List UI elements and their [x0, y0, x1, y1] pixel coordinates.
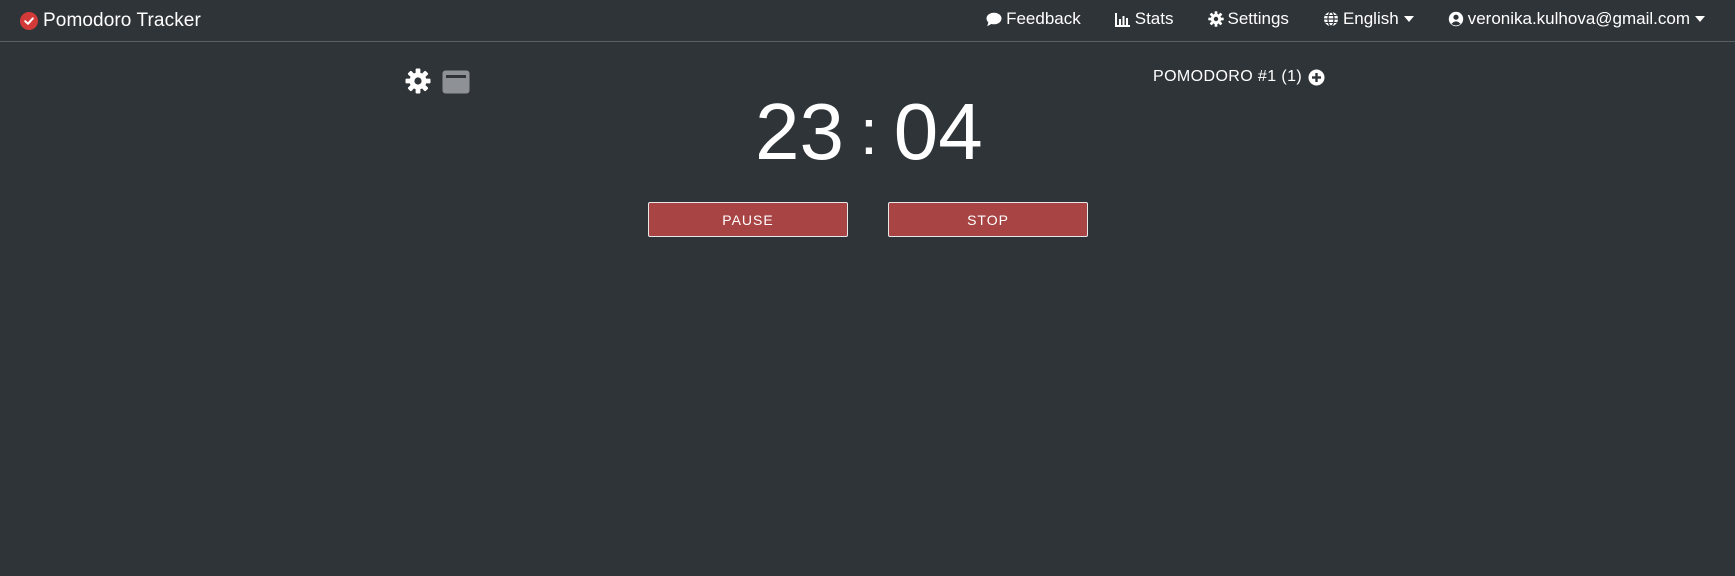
nav-user-dropdown[interactable]: veronika.kulhova@gmail.com: [1448, 9, 1705, 29]
gear-icon: [1207, 11, 1224, 27]
brand-link[interactable]: Pomodoro Tracker: [20, 9, 201, 33]
nav-stats-label: Stats: [1134, 9, 1174, 28]
timer-minutes: 23: [755, 87, 844, 176]
nav-stats[interactable]: Stats: [1114, 9, 1174, 29]
nav-menu: Feedback Stats Settings English veronika…: [986, 0, 1705, 38]
nav-language-dropdown[interactable]: English: [1323, 9, 1414, 29]
pause-button[interactable]: PAUSE: [648, 202, 848, 237]
bar-chart-icon: [1114, 12, 1130, 27]
timer-separator: :: [859, 96, 878, 168]
timer-seconds: 04: [893, 87, 983, 176]
globe-icon: [1323, 11, 1338, 27]
chevron-down-icon: [1695, 16, 1705, 22]
plus-circle-icon[interactable]: [1308, 69, 1325, 86]
chevron-down-icon: [1403, 16, 1414, 22]
nav-feedback-label: Feedback: [1006, 9, 1081, 28]
nav-user-email: veronika.kulhova@gmail.com: [1467, 9, 1690, 28]
nav-settings-label: Settings: [1227, 9, 1289, 28]
stop-button[interactable]: STOP: [888, 202, 1088, 237]
top-navbar: Pomodoro Tracker Feedback Stats Settings…: [0, 0, 1735, 42]
check-circle-icon: [20, 12, 38, 30]
nav-feedback[interactable]: Feedback: [986, 9, 1081, 29]
user-circle-icon: [1448, 11, 1463, 27]
nav-language-label: English: [1342, 9, 1399, 28]
pomodoro-session: POMODORO #1 (1): [1153, 68, 1325, 86]
brand-label: Pomodoro Tracker: [43, 10, 201, 31]
comment-icon: [986, 12, 1002, 26]
countdown-timer: 23 : 04: [755, 86, 983, 178]
nav-settings[interactable]: Settings: [1207, 9, 1289, 29]
pomodoro-session-label: POMODORO #1 (1): [1153, 68, 1303, 85]
gear-icon[interactable]: [405, 68, 431, 94]
window-icon[interactable]: [442, 70, 470, 94]
